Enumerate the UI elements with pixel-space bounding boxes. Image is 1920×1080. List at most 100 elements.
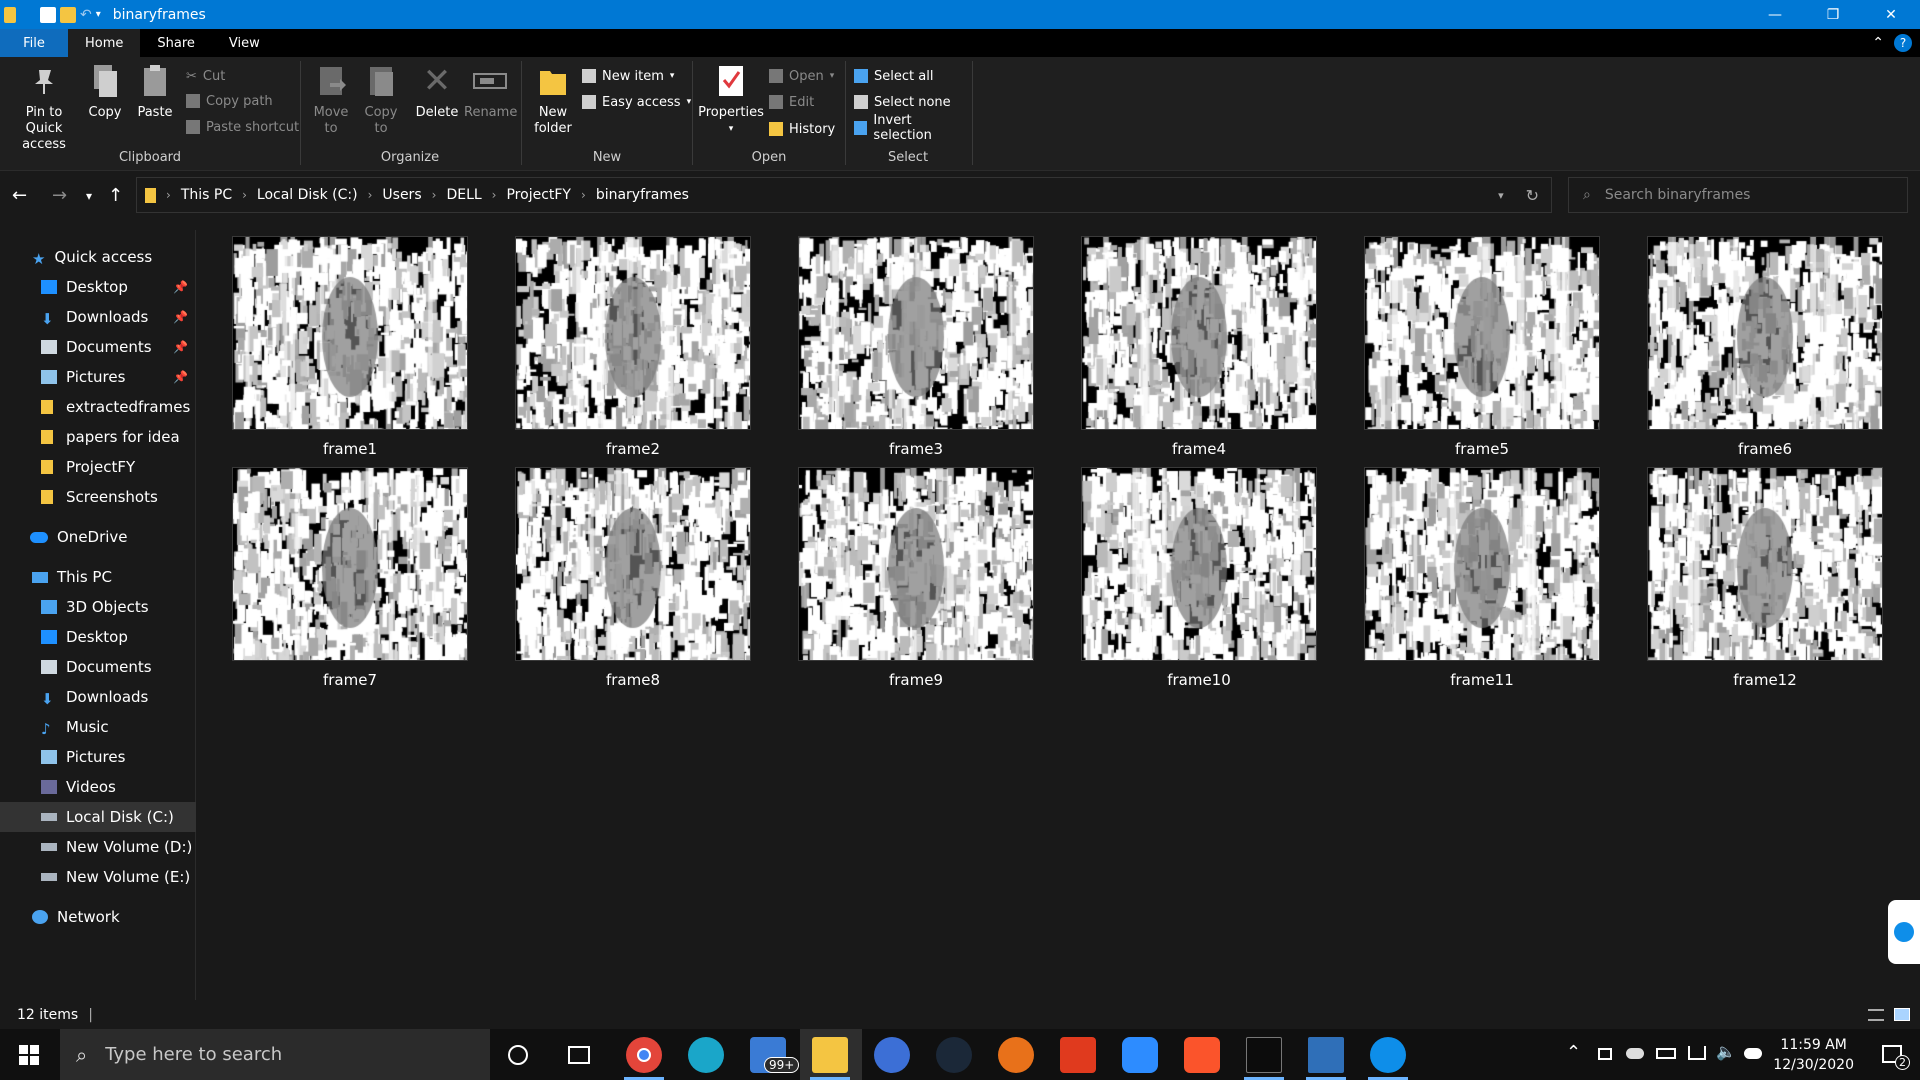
edit-button[interactable]: Edit bbox=[769, 92, 814, 112]
history-button[interactable]: History bbox=[769, 119, 835, 139]
move-to-button[interactable]: Move to bbox=[310, 61, 352, 137]
nav-pc-downloads[interactable]: ⬇ Downloads bbox=[0, 682, 196, 712]
refresh-icon[interactable]: ↻ bbox=[1526, 186, 1539, 205]
torrent-app-icon[interactable] bbox=[998, 1037, 1034, 1073]
file-item[interactable]: frame12 bbox=[1647, 467, 1883, 689]
properties-button[interactable]: Properties ▾ bbox=[698, 61, 764, 137]
up-arrow-icon[interactable]: ↑ bbox=[108, 185, 123, 206]
office-icon[interactable] bbox=[1060, 1037, 1096, 1073]
help-icon[interactable]: ? bbox=[1894, 34, 1912, 52]
undo-icon[interactable]: ↶ bbox=[80, 7, 92, 23]
back-arrow-icon[interactable]: ← bbox=[12, 185, 27, 206]
file-item[interactable]: frame3 bbox=[798, 236, 1034, 458]
nav-quick-desktop[interactable]: Desktop 📌 bbox=[0, 272, 196, 302]
nav-quick-downloads[interactable]: ⬇ Downloads 📌 bbox=[0, 302, 196, 332]
nav-network[interactable]: Network bbox=[0, 902, 196, 932]
breadcrumb-dell[interactable]: DELL bbox=[446, 187, 481, 203]
nav-quick-pictures[interactable]: Pictures 📌 bbox=[0, 362, 196, 392]
nav-pc-music[interactable]: ♪ Music bbox=[0, 712, 196, 742]
file-item[interactable]: frame7 bbox=[232, 467, 468, 689]
search-input[interactable]: Search binaryframes bbox=[1605, 187, 1751, 203]
file-item[interactable]: frame9 bbox=[798, 467, 1034, 689]
file-item[interactable]: frame2 bbox=[515, 236, 751, 458]
address-bar[interactable]: › This PC › Local Disk (C:) › Users › DE… bbox=[136, 177, 1552, 213]
breadcrumb-this-pc[interactable]: This PC bbox=[181, 187, 232, 203]
cut-button[interactable]: ✂ Cut bbox=[186, 66, 225, 86]
battery-icon[interactable] bbox=[1656, 1048, 1676, 1059]
tab-share[interactable]: Share bbox=[140, 29, 212, 57]
paste-shortcut-button[interactable]: Paste shortcut bbox=[186, 117, 299, 137]
nav-quick-extractedframes[interactable]: extractedframes bbox=[0, 392, 196, 422]
minimize-button[interactable]: — bbox=[1746, 0, 1804, 29]
invert-selection-button[interactable]: Invert selection bbox=[854, 113, 970, 143]
search-box[interactable]: ⌕ Search binaryframes bbox=[1568, 177, 1908, 213]
large-icons-view-icon[interactable] bbox=[1894, 1008, 1910, 1021]
teamviewer-side-tab[interactable] bbox=[1888, 900, 1920, 964]
nav-pc-new-volume-e[interactable]: New Volume (E:) bbox=[0, 862, 196, 892]
windows-start-icon[interactable] bbox=[19, 1045, 39, 1065]
tab-view[interactable]: View bbox=[212, 29, 277, 57]
steam-icon[interactable] bbox=[936, 1037, 972, 1073]
nav-quick-documents[interactable]: Documents 📌 bbox=[0, 332, 196, 362]
file-item[interactable]: frame8 bbox=[515, 467, 751, 689]
paste-button[interactable]: Paste bbox=[134, 61, 176, 121]
nav-this-pc[interactable]: This PC bbox=[0, 562, 196, 592]
maximize-button[interactable]: ❐ bbox=[1804, 0, 1862, 29]
teamviewer-icon[interactable] bbox=[1370, 1037, 1406, 1073]
brave-icon[interactable] bbox=[1184, 1037, 1220, 1073]
nav-pc-new-volume-d[interactable]: New Volume (D:) bbox=[0, 832, 196, 862]
file-item[interactable]: frame6 bbox=[1647, 236, 1883, 458]
file-explorer-icon[interactable] bbox=[812, 1037, 848, 1073]
onedrive-tray-icon[interactable] bbox=[1626, 1048, 1644, 1059]
new-folder-quick-icon[interactable] bbox=[60, 6, 76, 23]
network-tray-icon[interactable] bbox=[1688, 1046, 1706, 1060]
nav-pc-3d-objects[interactable]: 3D Objects bbox=[0, 592, 196, 622]
show-hidden-icons-chevron-icon[interactable]: ⌃ bbox=[1566, 1042, 1581, 1063]
properties-quick-icon[interactable] bbox=[40, 6, 56, 23]
customize-quick-access-icon[interactable]: ▾ bbox=[96, 9, 101, 20]
tab-file[interactable]: File bbox=[0, 29, 68, 57]
edge-icon[interactable] bbox=[688, 1037, 724, 1073]
select-none-button[interactable]: Select none bbox=[854, 92, 951, 112]
breadcrumb-users[interactable]: Users bbox=[382, 187, 421, 203]
breadcrumb-binaryframes[interactable]: binaryframes bbox=[596, 187, 689, 203]
rename-button[interactable]: Rename bbox=[464, 61, 517, 121]
file-item[interactable]: frame10 bbox=[1081, 467, 1317, 689]
forward-arrow-icon[interactable]: → bbox=[52, 185, 67, 206]
file-item[interactable]: frame4 bbox=[1081, 236, 1317, 458]
nav-pc-documents[interactable]: Documents bbox=[0, 652, 196, 682]
clock[interactable]: 11:59 AM 12/30/2020 bbox=[1773, 1035, 1854, 1075]
close-button[interactable]: ✕ bbox=[1862, 0, 1920, 29]
address-dropdown-chevron-icon[interactable]: ▾ bbox=[1498, 189, 1504, 202]
copy-to-button[interactable]: Copy to bbox=[360, 61, 402, 137]
nav-quick-screenshots[interactable]: Screenshots bbox=[0, 482, 196, 512]
taskbar-search-input[interactable]: Type here to search bbox=[105, 1044, 282, 1065]
new-item-button[interactable]: New item ▾ bbox=[582, 66, 674, 86]
nav-pc-videos[interactable]: Videos bbox=[0, 772, 196, 802]
tab-home[interactable]: Home bbox=[68, 29, 141, 57]
nav-pc-desktop[interactable]: Desktop bbox=[0, 622, 196, 652]
breadcrumb-projectfy[interactable]: ProjectFY bbox=[506, 187, 571, 203]
nav-onedrive[interactable]: OneDrive bbox=[0, 522, 196, 552]
pin-to-quick-access-button[interactable]: Pin to Quick access bbox=[6, 61, 82, 153]
select-all-button[interactable]: Select all bbox=[854, 66, 933, 86]
breadcrumb-local-disk[interactable]: Local Disk (C:) bbox=[257, 187, 358, 203]
copy-path-button[interactable]: Copy path bbox=[186, 91, 273, 111]
cortana-icon[interactable] bbox=[508, 1045, 528, 1065]
zoom-icon[interactable] bbox=[1122, 1037, 1158, 1073]
easy-access-button[interactable]: Easy access ▾ bbox=[582, 92, 691, 112]
chrome-icon[interactable] bbox=[626, 1037, 662, 1073]
task-view-icon[interactable] bbox=[568, 1046, 590, 1064]
nav-pc-local-disk-c[interactable]: Local Disk (C:) bbox=[0, 802, 196, 832]
volume-icon[interactable]: 🔈 bbox=[1716, 1042, 1736, 1061]
open-button[interactable]: Open ▾ bbox=[769, 66, 834, 86]
file-item[interactable]: frame5 bbox=[1364, 236, 1600, 458]
nav-pc-pictures[interactable]: Pictures bbox=[0, 742, 196, 772]
nav-quick-access[interactable]: ★ Quick access bbox=[0, 242, 196, 272]
store-app-icon[interactable] bbox=[1308, 1037, 1344, 1073]
cloud-sync-icon[interactable] bbox=[1744, 1048, 1762, 1059]
delete-button[interactable]: ✕ Delete bbox=[414, 61, 460, 121]
nav-quick-projectfy[interactable]: ProjectFY bbox=[0, 452, 196, 482]
file-item[interactable]: frame1 bbox=[232, 236, 468, 458]
terminal-icon[interactable] bbox=[1246, 1037, 1282, 1073]
